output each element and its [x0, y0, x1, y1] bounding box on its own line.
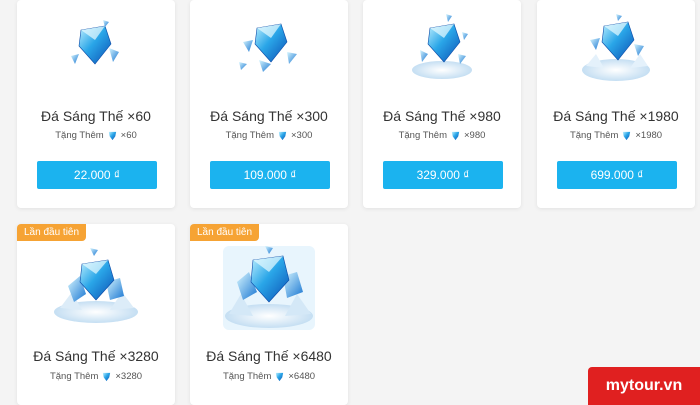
buy-button[interactable]: 22.000 ₫ [37, 161, 157, 189]
first-purchase-badge: Lần đầu tiên [17, 224, 87, 241]
package-bonus: Tặng Thêm ×1980 [537, 130, 695, 141]
buy-button[interactable]: 329.000 ₫ [383, 161, 503, 189]
package-name: Đá Sáng Thế ×980 [383, 108, 501, 124]
package-bonus: Tặng Thêm ×6480 [190, 371, 348, 382]
bonus-label: Tặng Thêm [49, 371, 99, 382]
crystal-gem-icon [537, 14, 695, 84]
crystal-gem-icon [363, 14, 521, 82]
package-card[interactable]: Đá Sáng Thế ×60 Tặng Thêm ×60 22.000 ₫ [17, 0, 175, 208]
bonus-label: Tặng Thêm [398, 130, 447, 141]
package-card[interactable]: Đá Sáng Thế ×980 Tặng Thêm ×980 329.000 … [363, 0, 521, 208]
crystal-gem-icon [623, 131, 631, 141]
bonus-label: Tặng Thêm [225, 130, 274, 141]
shop-page: Đá Sáng Thế ×60 Tặng Thêm ×60 22.000 ₫ Đ… [0, 0, 700, 405]
crystal-gem-icon [451, 131, 460, 141]
crystal-gem-icon [17, 246, 175, 326]
bonus-amount: ×980 [464, 130, 486, 141]
bonus-label: Tặng Thêm [222, 371, 272, 382]
crystal-gem-icon [190, 18, 348, 78]
buy-button[interactable]: 699.000 ₫ [557, 161, 677, 189]
bonus-amount: ×300 [291, 130, 313, 141]
bonus-amount: ×3280 [115, 371, 143, 382]
package-name: Đá Sáng Thế ×1980 [553, 108, 679, 124]
bonus-label: Tặng Thêm [569, 130, 619, 141]
package-name: Đá Sáng Thế ×6480 [206, 348, 332, 364]
crystal-gem-icon [190, 242, 348, 332]
bonus-amount: ×60 [120, 130, 137, 141]
package-bonus: Tặng Thêm ×3280 [17, 371, 175, 382]
package-card[interactable]: Lần đầu tiên Đá Sáng Thế ×3280 Tặng Thêm… [17, 224, 175, 405]
first-purchase-badge: Lần đầu tiên [190, 224, 260, 241]
package-name: Đá Sáng Thế ×300 [210, 108, 328, 124]
bonus-amount: ×1980 [635, 130, 663, 141]
mytour-watermark: mytour.vn [588, 367, 700, 405]
package-name: Đá Sáng Thế ×60 [41, 108, 151, 124]
crystal-gem-icon [103, 372, 111, 382]
package-bonus: Tặng Thêm ×980 [363, 130, 521, 141]
package-name: Đá Sáng Thế ×3280 [33, 348, 159, 364]
crystal-gem-icon [108, 131, 116, 141]
package-bonus: Tặng Thêm ×60 [17, 130, 175, 141]
package-card[interactable]: Đá Sáng Thế ×1980 Tặng Thêm ×1980 699.00… [537, 0, 695, 208]
package-card[interactable]: Đá Sáng Thế ×300 Tặng Thêm ×300 109.000 … [190, 0, 348, 208]
package-bonus: Tặng Thêm ×300 [190, 130, 348, 141]
crystal-gem-icon [278, 131, 287, 141]
bonus-label: Tặng Thêm [55, 130, 104, 141]
crystal-gem-icon [276, 372, 284, 382]
buy-button[interactable]: 109.000 ₫ [210, 161, 330, 189]
package-card[interactable]: Lần đầu tiên Đá Sáng Thế ×6480 Tặng Thêm… [190, 224, 348, 405]
bonus-amount: ×6480 [288, 371, 316, 382]
crystal-gem-icon [17, 18, 175, 78]
